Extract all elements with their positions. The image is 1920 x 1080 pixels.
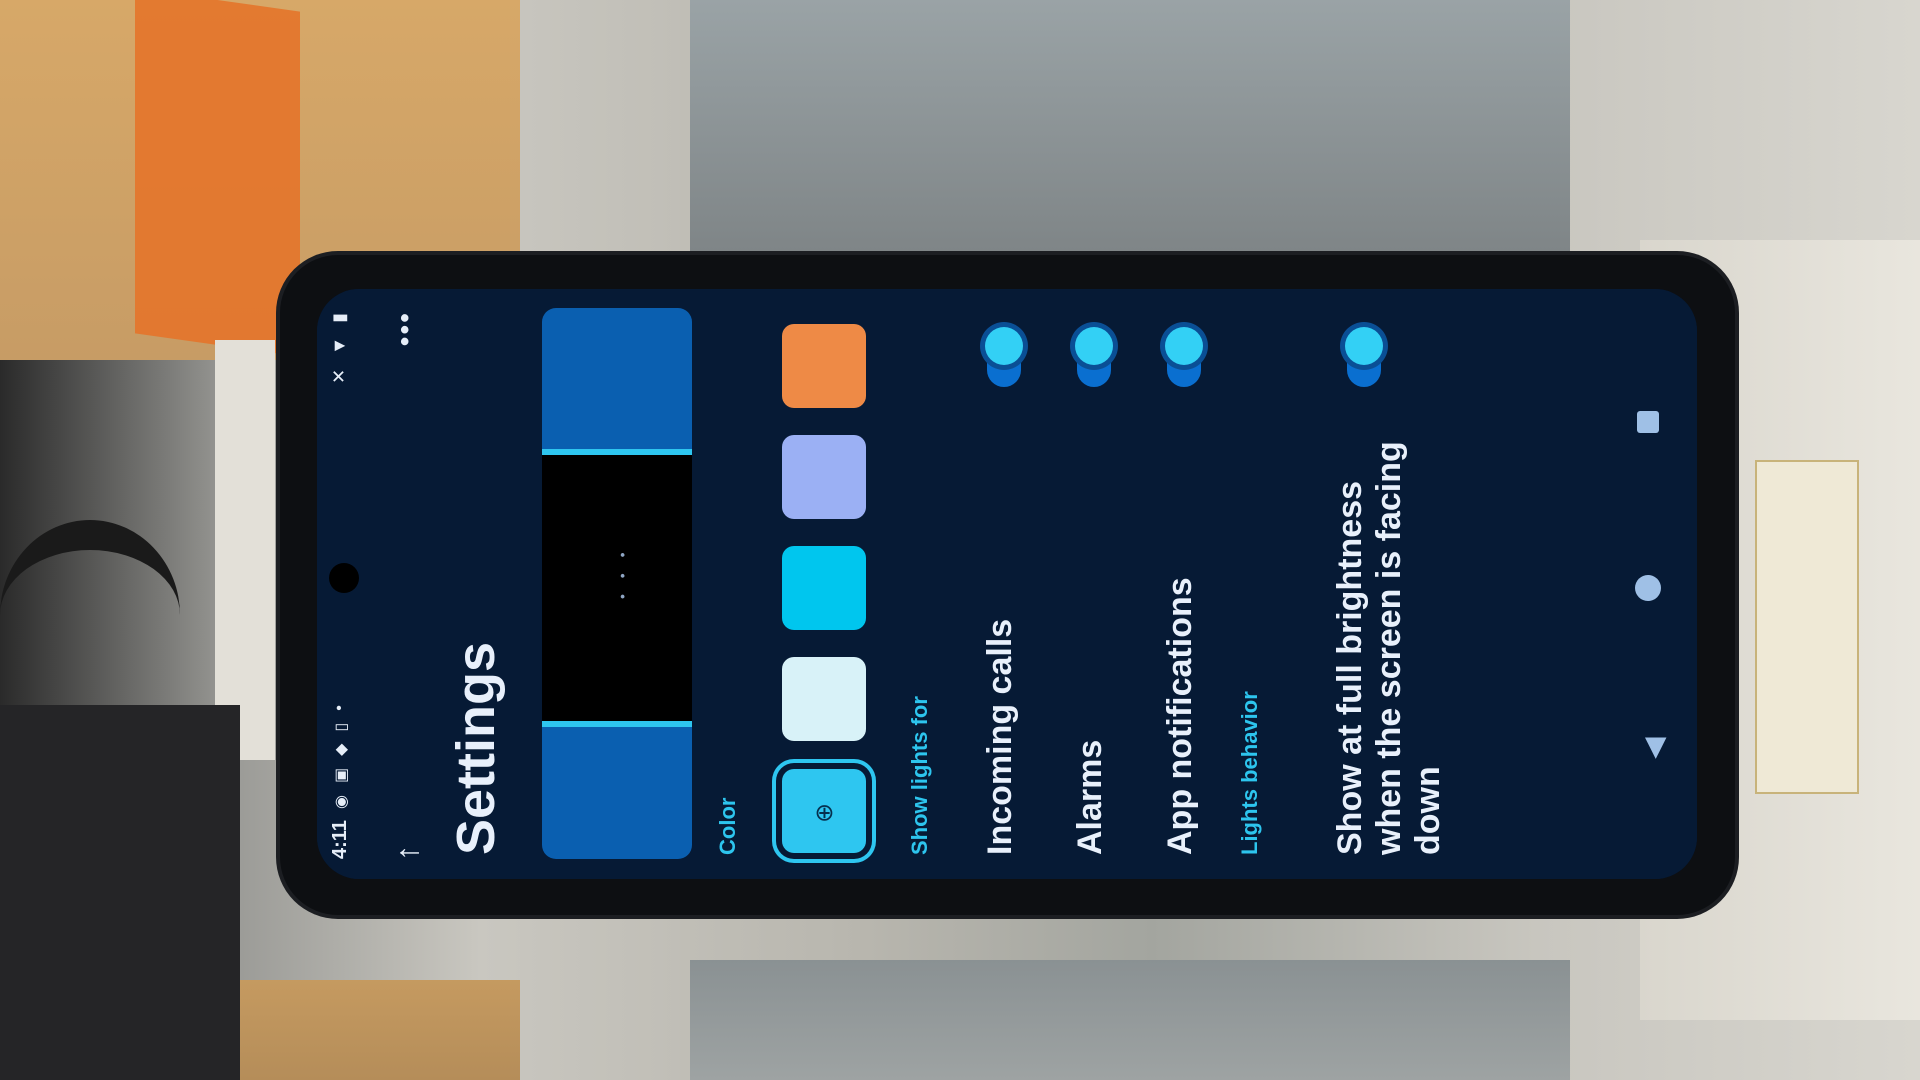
back-arrow-icon[interactable]: ↑ bbox=[389, 845, 426, 861]
color-swatches: ⊕ bbox=[782, 299, 882, 859]
background-orange-bag bbox=[135, 0, 300, 357]
wifi-icon: ▼ bbox=[329, 336, 349, 355]
preview-dots-icon: • • • bbox=[614, 546, 630, 599]
navigation-bar: ◀ bbox=[1617, 289, 1687, 879]
preview-light-left bbox=[542, 721, 692, 859]
background-box bbox=[0, 705, 240, 1080]
toggle-switch[interactable] bbox=[1165, 323, 1203, 387]
setting-row-alarms[interactable]: Alarms bbox=[1047, 289, 1137, 879]
shield-icon: ◆ bbox=[333, 743, 350, 756]
setting-row-incoming-calls[interactable]: Incoming calls bbox=[957, 289, 1047, 879]
background-shelf bbox=[690, 0, 1570, 260]
toggle-knob bbox=[1345, 327, 1383, 365]
preview-light-right bbox=[542, 308, 692, 455]
background-cable bbox=[0, 520, 180, 710]
setting-label: Alarms bbox=[1071, 739, 1109, 855]
swatch-cyan[interactable] bbox=[782, 546, 866, 630]
swatch-orange[interactable] bbox=[782, 324, 866, 408]
dot-icon: • bbox=[331, 705, 348, 711]
nav-recents-icon[interactable] bbox=[1637, 411, 1659, 433]
toggle-switch[interactable] bbox=[1075, 323, 1113, 387]
show-lights-for-label: Show lights for bbox=[907, 696, 932, 855]
nav-back-icon[interactable]: ◀ bbox=[1637, 737, 1670, 759]
lock-icon: ▯ bbox=[333, 722, 350, 732]
toggle-knob bbox=[1165, 327, 1203, 365]
swatch-white[interactable] bbox=[782, 657, 866, 741]
notification-icons: ◉ ▣ ◆ ▯ • bbox=[331, 705, 351, 809]
circle-icon: ◉ bbox=[333, 795, 350, 809]
light-preview: • • • bbox=[542, 308, 692, 859]
status-bar: 4:11 ◉ ▣ ◆ ▯ • ✕ ▼ ▮ bbox=[317, 289, 367, 879]
setting-label: App notifications bbox=[1161, 577, 1199, 855]
lights-behavior-label: Lights behavior bbox=[1237, 691, 1262, 855]
more-options-icon[interactable]: ••• bbox=[389, 311, 421, 346]
swatch-cyan-light[interactable]: ⊕ bbox=[782, 769, 866, 853]
page-title: Settings bbox=[446, 641, 506, 855]
toggle-knob bbox=[1075, 327, 1113, 365]
battery-icon: ▮ bbox=[329, 313, 349, 323]
toggle-knob bbox=[985, 327, 1023, 365]
setting-label: Incoming calls bbox=[981, 618, 1019, 855]
nav-home-icon[interactable] bbox=[1635, 575, 1661, 601]
status-time: 4:11 bbox=[329, 820, 351, 859]
color-section-label: Color bbox=[715, 797, 740, 855]
system-icons: ✕ ▼ ▮ bbox=[329, 313, 350, 384]
background-shelf-bottom bbox=[690, 960, 1570, 1080]
toggle-switch[interactable] bbox=[1345, 323, 1383, 387]
selected-lock-icon: ⊕ bbox=[811, 802, 838, 823]
phone-clamp bbox=[215, 340, 275, 760]
settings-app: 4:11 ◉ ▣ ◆ ▯ • ✕ ▼ ▮ ↑ ••• Settings • • … bbox=[317, 289, 1697, 879]
setting-row-app-notifications[interactable]: App notifications bbox=[1137, 289, 1227, 879]
front-camera bbox=[329, 563, 359, 593]
setting-row-full-brightness[interactable]: Show at full brightness when the screen … bbox=[1307, 289, 1447, 879]
setting-label: Show at full brightness when the screen … bbox=[1331, 441, 1447, 855]
swatch-lavender[interactable] bbox=[782, 435, 866, 519]
background-warning-label bbox=[1755, 460, 1859, 794]
image-icon: ▣ bbox=[333, 767, 350, 784]
toggle-switch[interactable] bbox=[985, 323, 1023, 387]
silent-icon: ✕ bbox=[329, 368, 349, 384]
phone-screen: 4:11 ◉ ▣ ◆ ▯ • ✕ ▼ ▮ ↑ ••• Settings • • … bbox=[317, 289, 1697, 879]
